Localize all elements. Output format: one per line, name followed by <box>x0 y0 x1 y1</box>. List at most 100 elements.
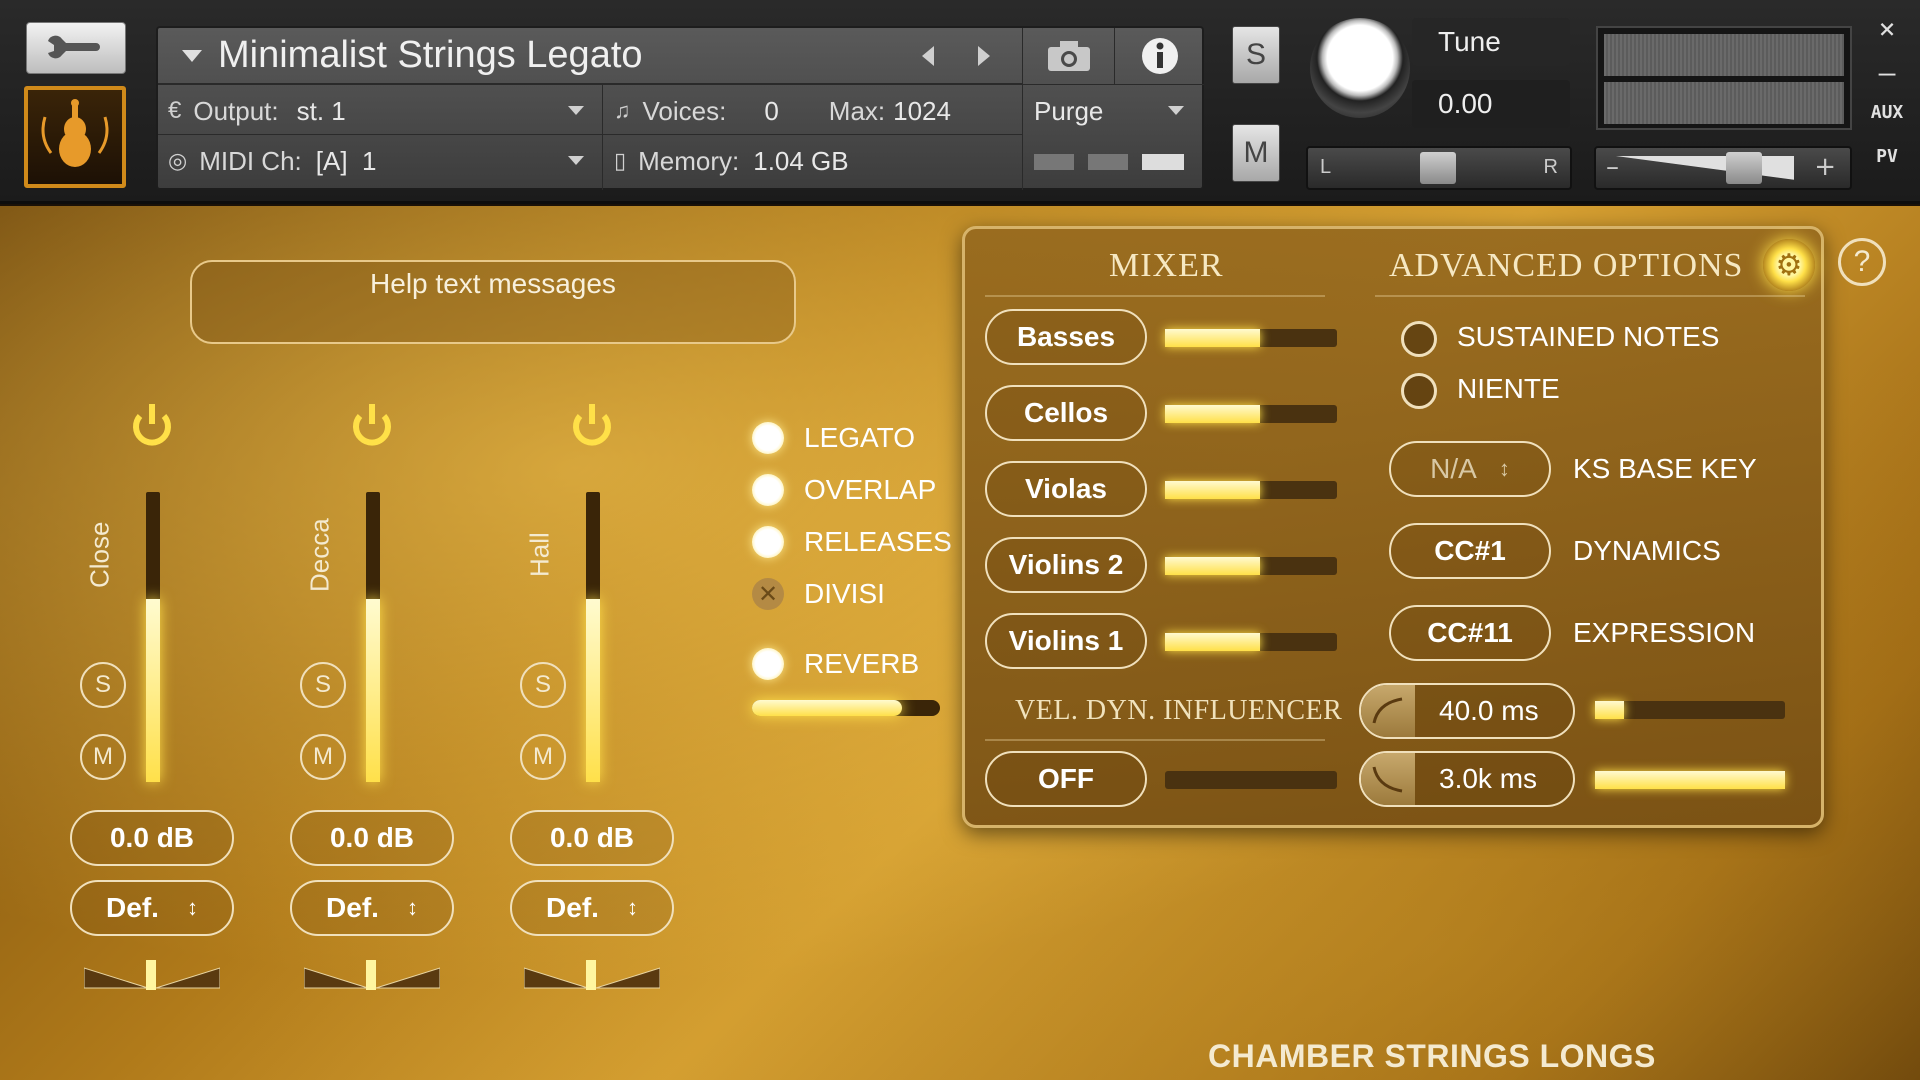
output-icon: € <box>168 97 182 124</box>
midi-value: [A] 1 <box>315 145 377 176</box>
output-row[interactable]: € Output: st. 1 <box>168 86 598 136</box>
channel-gain-value[interactable]: 0.0 dB <box>70 810 234 866</box>
legato-toggle[interactable]: LEGATO <box>752 422 915 454</box>
pan-handle[interactable] <box>1420 152 1456 184</box>
channel-gain-value[interactable]: 0.0 dB <box>290 810 454 866</box>
section-violins2-button[interactable]: Violins 2 <box>985 537 1147 593</box>
section-cellos-button[interactable]: Cellos <box>985 385 1147 441</box>
power-icon[interactable] <box>346 400 398 452</box>
help-question-icon[interactable]: ? <box>1838 238 1886 286</box>
channel-pan-control[interactable] <box>524 960 660 990</box>
releases-toggle[interactable]: RELEASES <box>752 526 952 558</box>
channel-mute-button[interactable]: M <box>520 734 566 780</box>
memory-icon: ▯ <box>614 148 627 173</box>
attack-curve-icon <box>1361 685 1415 737</box>
output-dropdown-icon[interactable] <box>568 106 584 115</box>
mute-button[interactable]: M <box>1232 124 1280 182</box>
reverb-toggle[interactable]: REVERB <box>752 648 919 680</box>
section-cellos-slider[interactable] <box>1165 405 1337 423</box>
max-voices-value[interactable]: 1024 <box>893 96 951 127</box>
info-icon[interactable] <box>1114 28 1204 84</box>
sustained-notes-label: SUSTAINED NOTES <box>1457 321 1720 352</box>
attack-time-control[interactable]: 40.0 ms <box>1359 683 1575 739</box>
channel-fader[interactable] <box>146 492 160 782</box>
mixer-title[interactable]: MIXER <box>1109 247 1224 285</box>
violin-instrument-icon[interactable] <box>24 86 126 188</box>
output-label: Output: <box>193 95 279 126</box>
pan-slider[interactable]: L R <box>1306 146 1572 190</box>
pv-button[interactable]: PV <box>1862 146 1912 167</box>
channel-strip-close: Close S M 0.0 dB Def. ↕ <box>70 400 250 1000</box>
ks-base-key-label: KS BASE KEY <box>1573 453 1757 484</box>
reverb-amount-slider[interactable] <box>752 700 940 716</box>
purge-menu[interactable]: Purge <box>1034 86 1194 136</box>
section-violas-slider[interactable] <box>1165 481 1337 499</box>
close-button[interactable]: × <box>1862 12 1912 45</box>
channel-fader[interactable] <box>586 492 600 782</box>
niente-radio[interactable] <box>1401 373 1437 409</box>
volume-slider[interactable]: – + <box>1594 146 1852 190</box>
channel-mute-button[interactable]: M <box>80 734 126 780</box>
minimize-button[interactable]: – <box>1862 56 1912 89</box>
channel-preset-select[interactable]: Def. ↕ <box>510 880 674 936</box>
library-name: CHAMBER STRINGS LONGS <box>1208 1038 1656 1074</box>
advanced-options-title[interactable]: ADVANCED OPTIONS <box>1389 247 1743 285</box>
up-down-icon: ↕ <box>626 895 638 920</box>
toggle-on-icon <box>752 422 784 454</box>
dynamics-cc-select[interactable]: CC#1 <box>1389 523 1551 579</box>
section-violins2-slider[interactable] <box>1165 557 1337 575</box>
attack-slider[interactable] <box>1595 701 1785 719</box>
divisi-toggle[interactable]: ✕ DIVISI <box>752 578 885 610</box>
section-basses-slider[interactable] <box>1165 329 1337 347</box>
release-time-control[interactable]: 3.0k ms <box>1359 751 1575 807</box>
channel-gain-value[interactable]: 0.0 dB <box>510 810 674 866</box>
settings-gear-icon[interactable]: ⚙ <box>1763 239 1815 291</box>
channel-mute-button[interactable]: M <box>300 734 346 780</box>
overlap-toggle[interactable]: OVERLAP <box>752 474 936 506</box>
tune-value[interactable]: 0.00 <box>1412 80 1570 128</box>
channel-pan-control[interactable] <box>84 960 220 990</box>
section-violins1-slider[interactable] <box>1165 633 1337 651</box>
section-basses-button[interactable]: Basses <box>985 309 1147 365</box>
volume-ramp <box>1614 156 1794 180</box>
ks-base-key-select[interactable]: N/A ↕ <box>1389 441 1551 497</box>
mixer-panel: MIXER ADVANCED OPTIONS ⚙ Basses Cellos V… <box>962 226 1824 828</box>
channel-solo-button[interactable]: S <box>520 662 566 708</box>
channel-pan-control[interactable] <box>304 960 440 990</box>
section-violins1-button[interactable]: Violins 1 <box>985 613 1147 669</box>
vel-dyn-toggle-button[interactable]: OFF <box>985 751 1147 807</box>
release-slider[interactable] <box>1595 771 1785 789</box>
camera-icon[interactable] <box>1022 28 1114 84</box>
expression-cc-select[interactable]: CC#11 <box>1389 605 1551 661</box>
power-icon[interactable] <box>126 400 178 452</box>
chevron-down-icon[interactable] <box>182 49 202 62</box>
midi-dropdown-icon[interactable] <box>568 156 584 165</box>
channel-preset-select[interactable]: Def. ↕ <box>290 880 454 936</box>
output-value: st. 1 <box>296 95 346 126</box>
channel-fader[interactable] <box>366 492 380 782</box>
tune-label: Tune <box>1412 18 1570 66</box>
next-instrument-icon[interactable] <box>978 46 990 66</box>
volume-handle[interactable] <box>1726 152 1762 184</box>
section-violas-button[interactable]: Violas <box>985 461 1147 517</box>
solo-button[interactable]: S <box>1232 26 1280 84</box>
channel-preset-label: Def. <box>326 892 379 923</box>
vel-dyn-slider[interactable] <box>1165 771 1337 789</box>
channel-solo-button[interactable]: S <box>300 662 346 708</box>
channel-solo-button[interactable]: S <box>80 662 126 708</box>
purge-dropdown-icon[interactable] <box>1168 106 1184 115</box>
attack-time-value: 40.0 ms <box>1439 695 1539 726</box>
prev-instrument-icon[interactable] <box>922 46 934 66</box>
channel-preset-label: Def. <box>546 892 599 923</box>
midi-row[interactable]: ◎ MIDI Ch: [A] 1 <box>168 136 598 186</box>
channel-preset-select[interactable]: Def. ↕ <box>70 880 234 936</box>
voices-label: Voices: <box>642 95 727 126</box>
power-icon[interactable] <box>566 400 618 452</box>
channel-strip-hall: Hall S M 0.0 dB Def. ↕ <box>510 400 690 1000</box>
instrument-title-row[interactable]: Minimalist Strings Legato <box>158 28 1022 84</box>
sustained-notes-radio[interactable] <box>1401 321 1437 357</box>
voices-icon: ♫ <box>614 98 631 123</box>
tune-knob[interactable] <box>1310 18 1410 118</box>
wrench-icon[interactable] <box>26 22 126 74</box>
aux-button[interactable]: AUX <box>1862 102 1912 123</box>
